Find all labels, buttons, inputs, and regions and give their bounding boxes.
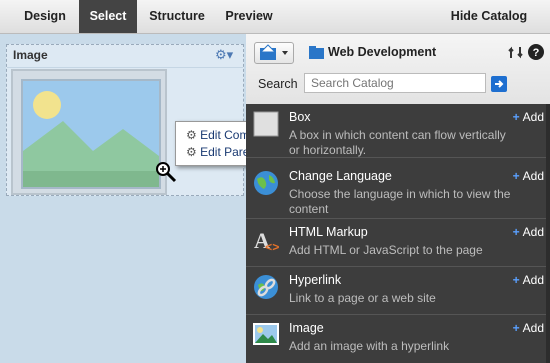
add-label: Add (522, 321, 544, 335)
catalog-item-title: Image (289, 321, 324, 335)
catalog-item-desc: A box in which content can flow vertical… (289, 128, 506, 157)
catalog-item-hyperlink[interactable]: Hyperlink Link to a page or a web site +… (246, 267, 550, 315)
folder-icon (309, 46, 324, 59)
add-button[interactable]: + Add (513, 273, 544, 287)
add-label: Add (522, 225, 544, 239)
catalog-toolbar: Web Development ? Search (246, 34, 550, 104)
plus-icon: + (512, 273, 520, 287)
swap-icon[interactable] (508, 44, 524, 62)
scrollbar[interactable] (546, 104, 550, 363)
catalog-item-desc: Add HTML or JavaScript to the page (289, 243, 483, 257)
catalog-selector[interactable]: Web Development (306, 42, 488, 62)
add-button[interactable]: + Add (513, 169, 544, 183)
catalog-item-box[interactable]: Box A box in which content can flow vert… (246, 104, 550, 158)
add-label: Add (522, 273, 544, 287)
hide-catalog-button[interactable]: Hide Catalog (440, 0, 538, 33)
catalog-item-image[interactable]: Image Add an image with a hyperlink + Add (246, 315, 550, 363)
mountains-icon (23, 121, 159, 187)
html-icon: A <> (254, 228, 279, 253)
catalog-panel: Web Development ? Search Box A box in wh… (246, 34, 550, 363)
hyperlink-icon (254, 275, 278, 299)
plus-icon: + (512, 321, 520, 335)
catalog-item-html-markup[interactable]: A <> HTML Markup Add HTML or JavaScript … (246, 219, 550, 267)
search-go-button[interactable] (491, 76, 507, 92)
catalog-item-desc: Choose the language in which to view the… (289, 187, 511, 216)
plus-icon: + (512, 225, 520, 239)
component-header: Image ⚙▾ (7, 45, 243, 68)
add-button[interactable]: + Add (513, 225, 544, 239)
catalog-item-title: Change Language (289, 169, 392, 183)
add-button[interactable]: + Add (513, 110, 544, 124)
globe-icon (254, 171, 278, 195)
search-input[interactable] (304, 73, 486, 93)
catalog-item-change-language[interactable]: Change Language Choose the language in w… (246, 163, 550, 219)
home-dropdown-button[interactable] (254, 42, 294, 64)
add-label: Add (522, 110, 544, 124)
catalog-item-desc: Link to a page or a web site (289, 291, 436, 305)
svg-text:?: ? (533, 47, 540, 59)
add-button[interactable]: + Add (513, 321, 544, 335)
svg-text:<>: <> (265, 241, 279, 253)
catalog-item-title: Box (289, 110, 311, 124)
tab-select[interactable]: Select (79, 0, 137, 33)
image-placeholder-icon (21, 79, 161, 189)
box-icon (253, 111, 279, 137)
catalog-item-desc: Add an image with a hyperlink (289, 339, 450, 353)
gear-icon[interactable]: ⚙▾ (215, 47, 233, 63)
tab-structure[interactable]: Structure (140, 0, 214, 33)
add-label: Add (522, 169, 544, 183)
catalog-name: Web Development (328, 45, 437, 59)
plus-icon: + (512, 110, 520, 124)
image-placeholder[interactable] (11, 69, 167, 195)
design-canvas: Image ⚙▾ (0, 34, 246, 363)
image-icon (253, 323, 279, 345)
help-icon[interactable]: ? (528, 44, 544, 60)
gear-icon: ⚙ (186, 128, 197, 142)
gear-icon: ⚙ (186, 145, 197, 159)
search-label: Search (258, 77, 298, 91)
arrow-right-icon (495, 80, 504, 88)
catalog-item-title: HTML Markup (289, 225, 368, 239)
home-folder-icon (259, 44, 288, 60)
image-component[interactable]: Image ⚙▾ (6, 44, 244, 196)
component-title: Image (13, 48, 48, 62)
tab-design[interactable]: Design (12, 0, 78, 33)
tab-preview[interactable]: Preview (218, 0, 280, 33)
plus-icon: + (512, 169, 520, 183)
catalog-item-title: Hyperlink (289, 273, 342, 287)
top-tab-bar: Design Select Structure Preview Hide Cat… (0, 0, 550, 34)
